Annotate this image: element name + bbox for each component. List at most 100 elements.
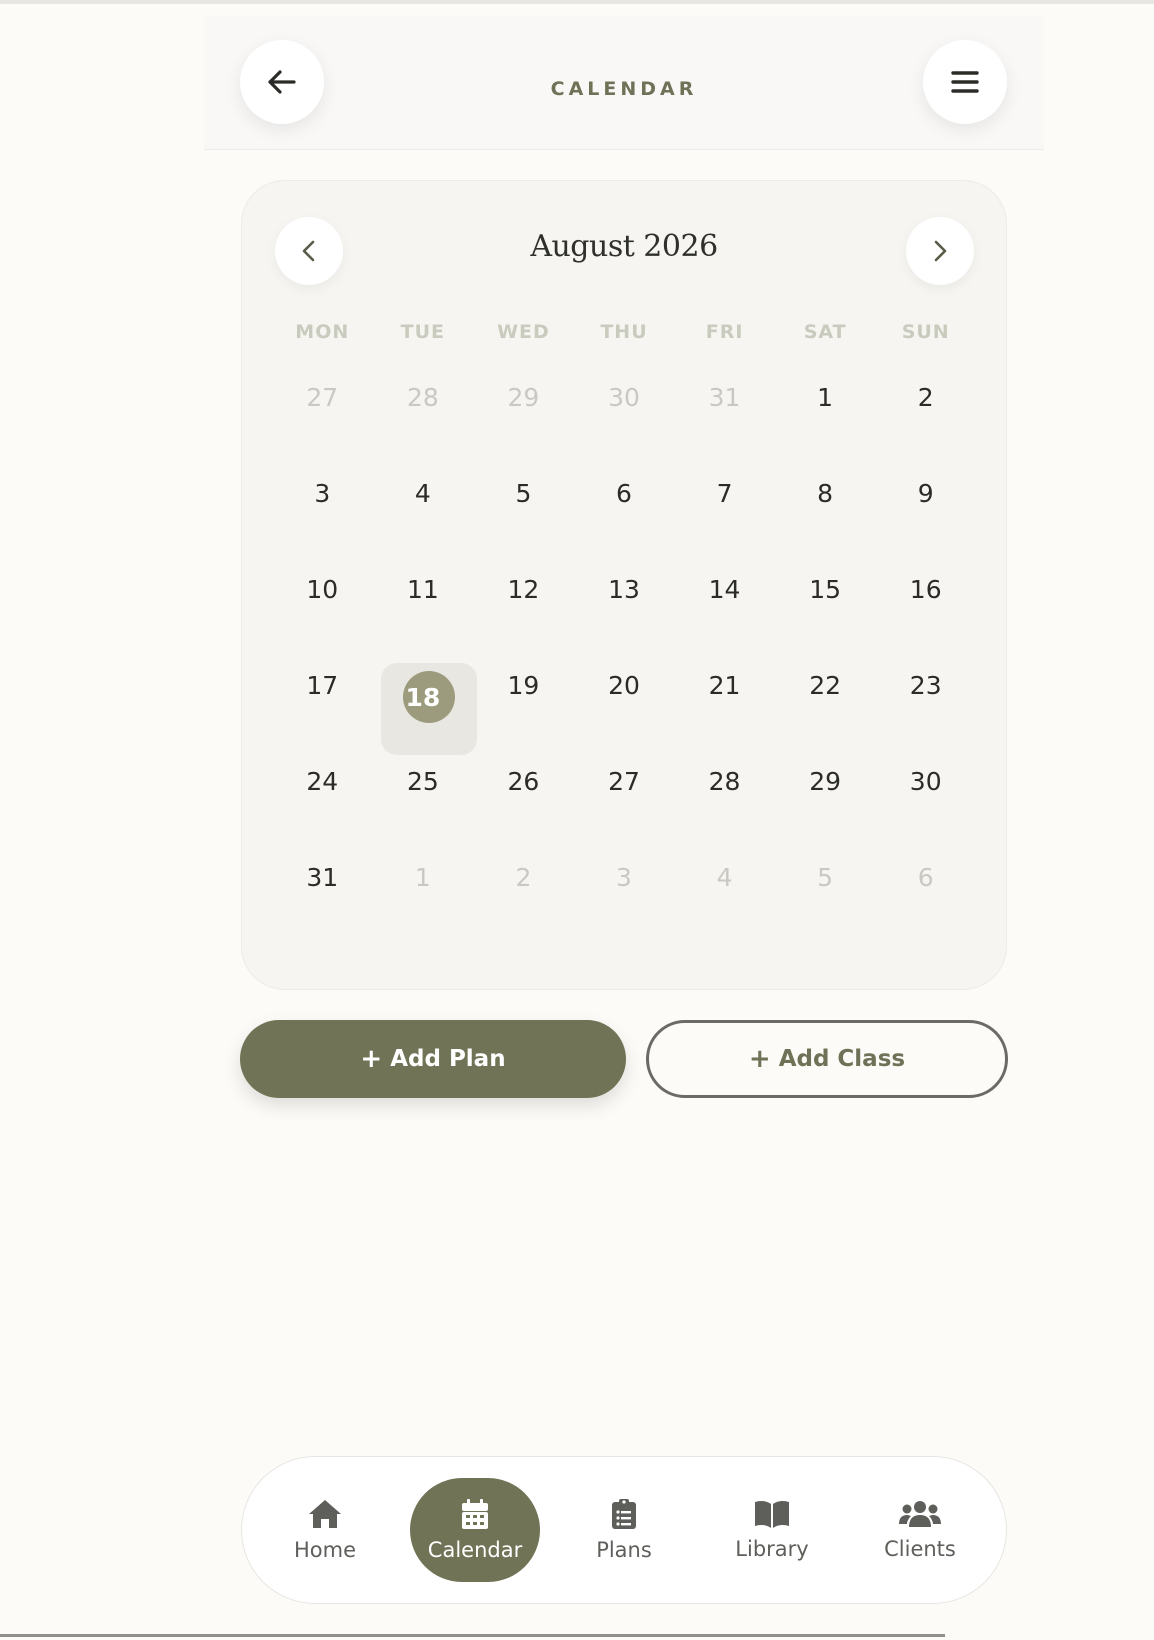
day-number: 31 [708, 383, 741, 412]
day-number: 27 [608, 767, 640, 796]
back-button[interactable] [240, 40, 324, 124]
calendar-day[interactable]: 2 [875, 375, 976, 471]
tab-label: Clients [884, 1537, 956, 1561]
add-class-button[interactable]: + Add Class [646, 1020, 1008, 1098]
day-number: 31 [306, 863, 339, 892]
calendar-day[interactable]: 15 [775, 567, 876, 663]
weekday-label: SUN [901, 321, 950, 343]
calendar-day[interactable]: 4 [674, 855, 775, 951]
bottom-divider [0, 1634, 945, 1637]
days-grid: 27 28 29 30 31 1 2 3 4 5 6 7 8 9 10 11 12 13 14 15 16 17 18 19 2… [272, 375, 976, 951]
top-divider [0, 0, 1154, 4]
calendar-day-today[interactable]: 18 [373, 663, 477, 759]
calendar-day[interactable]: 27 [272, 375, 373, 471]
day-number: 13 [608, 575, 640, 604]
day-number: 4 [414, 479, 431, 508]
day-number: 24 [306, 767, 339, 796]
tab-label: Plans [596, 1538, 652, 1562]
calendar-day[interactable]: 22 [775, 663, 876, 759]
plus-icon: + [360, 1044, 383, 1074]
add-plan-label: Add Plan [390, 1046, 506, 1072]
calendar-day[interactable]: 30 [574, 375, 675, 471]
calendar-day[interactable]: 2 [473, 855, 574, 951]
calendar-day[interactable]: 20 [574, 663, 675, 759]
tab-plans[interactable]: Plans [559, 1478, 689, 1582]
next-month-button[interactable] [906, 217, 974, 285]
calendar-day[interactable]: 30 [875, 759, 976, 855]
calendar-day[interactable]: 1 [373, 855, 474, 951]
day-number: 2 [515, 863, 532, 892]
weekday-label: FRI [705, 321, 744, 343]
day-number: 5 [515, 479, 532, 508]
calendar-icon [462, 1499, 488, 1529]
calendar-day[interactable]: 23 [875, 663, 976, 759]
day-number: 11 [406, 575, 439, 604]
tab-label: Home [293, 1538, 356, 1562]
calendar-day[interactable]: 9 [875, 471, 976, 567]
calendar-day[interactable]: 27 [574, 759, 675, 855]
day-number: 29 [507, 383, 540, 412]
calendar-day[interactable]: 3 [272, 471, 373, 567]
day-number: 27 [306, 383, 339, 412]
day-number: 21 [708, 671, 741, 700]
calendar-day[interactable]: 6 [574, 471, 675, 567]
tab-clients[interactable]: Clients [855, 1478, 985, 1582]
calendar-day[interactable]: 10 [272, 567, 373, 663]
calendar-day[interactable]: 5 [775, 855, 876, 951]
day-number: 12 [507, 575, 540, 604]
tab-home[interactable]: Home [260, 1478, 390, 1582]
calendar-day[interactable]: 28 [373, 375, 474, 471]
day-number: 28 [406, 383, 439, 412]
calendar-day[interactable]: 5 [473, 471, 574, 567]
add-plan-button[interactable]: + Add Plan [240, 1020, 626, 1098]
day-number: 7 [716, 479, 733, 508]
weekday-label: MON [295, 321, 350, 343]
calendar-day[interactable]: 12 [473, 567, 574, 663]
day-number: 26 [507, 767, 540, 796]
day-number: 17 [306, 671, 339, 700]
day-number: 4 [716, 863, 733, 892]
tab-label: Library [735, 1537, 809, 1561]
calendar-day[interactable]: 17 [272, 663, 373, 759]
calendar-day[interactable]: 29 [473, 375, 574, 471]
tab-calendar[interactable]: Calendar [410, 1478, 540, 1582]
bottom-tab-bar: Home Calendar Plans Library Clients [241, 1456, 1007, 1604]
calendar-day[interactable]: 31 [272, 855, 373, 951]
weekday-label: TUE [400, 321, 446, 343]
menu-button[interactable] [923, 40, 1007, 124]
day-number: 2 [917, 383, 934, 412]
calendar-day[interactable]: 1 [775, 375, 876, 471]
calendar-day[interactable]: 24 [272, 759, 373, 855]
calendar-day[interactable]: 19 [473, 663, 574, 759]
calendar-day[interactable]: 11 [373, 567, 474, 663]
calendar-day[interactable]: 6 [875, 855, 976, 951]
calendar-day[interactable]: 21 [674, 663, 775, 759]
day-number: 19 [507, 671, 540, 700]
calendar-day[interactable]: 7 [674, 471, 775, 567]
calendar-day[interactable]: 28 [674, 759, 775, 855]
calendar-day[interactable]: 13 [574, 567, 675, 663]
calendar-day[interactable]: 29 [775, 759, 876, 855]
calendar-day[interactable]: 3 [574, 855, 675, 951]
calendar-day[interactable]: 31 [674, 375, 775, 471]
calendar-card: August 2026 MON TUE WED THU FRI SAT SUN 27 28 29… [241, 180, 1007, 990]
calendar-day[interactable]: 26 [473, 759, 574, 855]
users-group-icon [899, 1501, 941, 1527]
calendar-day[interactable]: 14 [674, 567, 775, 663]
calendar-day[interactable]: 8 [775, 471, 876, 567]
weekday-label: SAT [803, 321, 847, 343]
tab-library[interactable]: Library [707, 1478, 837, 1582]
day-number: 1 [817, 383, 834, 412]
calendar-day[interactable]: 4 [373, 471, 474, 567]
add-class-label: Add Class [778, 1046, 906, 1072]
tab-label: Calendar [427, 1538, 523, 1562]
day-number: 28 [708, 767, 741, 796]
open-book-icon [755, 1500, 789, 1528]
day-number: 25 [406, 767, 439, 796]
day-number: 10 [306, 575, 339, 604]
chevron-right-icon [934, 240, 947, 262]
calendar-day[interactable]: 16 [875, 567, 976, 663]
day-number: 9 [917, 479, 934, 508]
calendar-day[interactable]: 25 [373, 759, 474, 855]
day-number: 15 [809, 575, 842, 604]
